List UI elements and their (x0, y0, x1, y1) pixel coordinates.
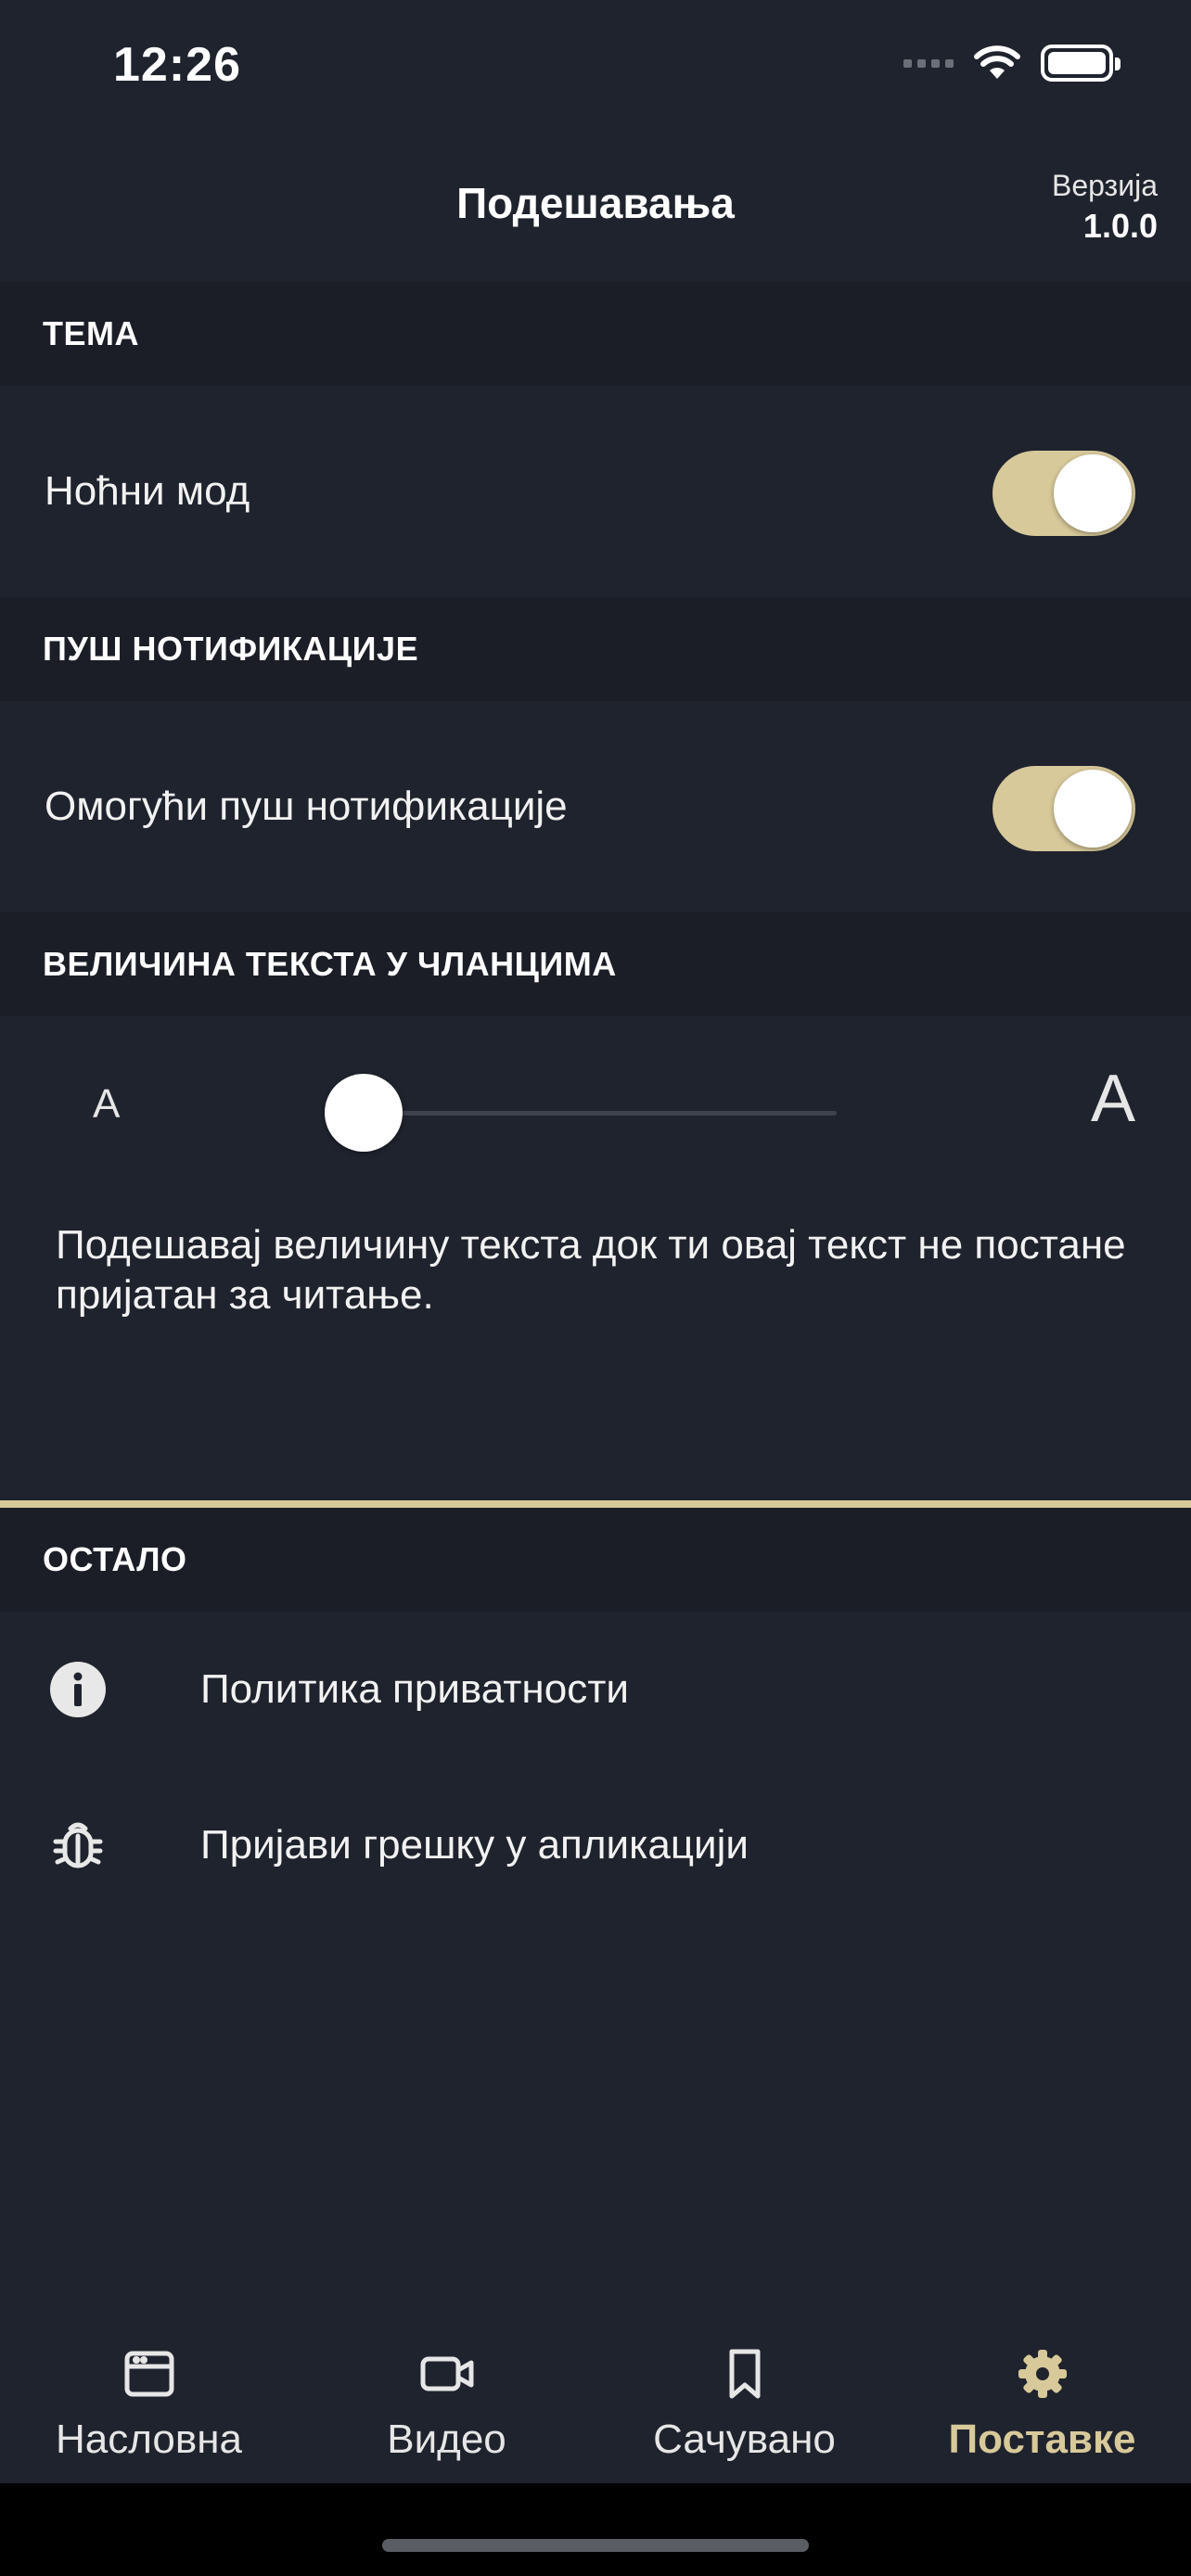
browser-window-icon (124, 2351, 173, 2397)
wifi-icon (974, 45, 1020, 79)
status-time: 12:26 (113, 38, 241, 92)
tab-saved[interactable]: Сачувано (596, 2327, 893, 2483)
section-title: ВЕЛИЧИНА ТЕКСТА У ЧЛАНЦИМА (43, 945, 617, 983)
push-notifications-row: Омогући пуш нотификације (0, 701, 1191, 912)
home-indicator[interactable] (382, 2539, 809, 2552)
section-title: ОСТАЛО (43, 1540, 187, 1578)
text-size-small-label: A (93, 1081, 121, 1127)
settings-screen: 12:26 Подешавања Верзија 1.0.0 ТЕМА Ноћн… (0, 0, 1191, 2576)
toggle-knob (1054, 454, 1132, 532)
page-title: Подешавања (456, 179, 735, 227)
status-icons (903, 45, 1121, 82)
tab-bar: Насловна Видео Сачувано Поставке (0, 2327, 1191, 2483)
night-mode-label: Ноћни мод (45, 468, 250, 514)
info-icon (50, 1662, 106, 1717)
section-header-text-size: ВЕЛИЧИНА ТЕКСТА У ЧЛАНЦИМА (0, 912, 1191, 1016)
home-indicator-area (0, 2483, 1191, 2576)
night-mode-row: Ноћни мод (0, 386, 1191, 597)
text-size-slider[interactable] (325, 1074, 837, 1152)
text-size-slider-row: A A (0, 1014, 1191, 1209)
section-header-push: ПУШ НОТИФИКАЦИЈЕ (0, 597, 1191, 701)
bug-icon (53, 1822, 103, 1868)
report-bug-label: Пријави грешку у апликацији (200, 1822, 749, 1868)
tab-label: Поставке (948, 2417, 1136, 2462)
privacy-policy-label: Политика приватности (200, 1666, 629, 1712)
accent-divider (0, 1500, 1191, 1508)
section-title: ПУШ НОТИФИКАЦИЈЕ (43, 630, 419, 668)
tab-video[interactable]: Видео (298, 2327, 596, 2483)
battery-icon (1041, 45, 1121, 82)
push-notifications-label: Омогући пуш нотификације (45, 784, 568, 829)
navigation-header: Подешавања Верзија 1.0.0 (0, 139, 1191, 282)
slider-thumb[interactable] (325, 1074, 403, 1152)
text-size-preview-text: Подешавај величину текста док ти овај те… (56, 1222, 1126, 1318)
tab-label: Насловна (55, 2417, 243, 2462)
section-header-theme: ТЕМА (0, 282, 1191, 386)
toggle-knob (1054, 770, 1132, 848)
tab-settings[interactable]: Поставке (893, 2327, 1191, 2483)
report-bug-item[interactable]: Пријави грешку у апликацији (0, 1767, 1191, 1923)
privacy-policy-item[interactable]: Политика приватности (0, 1612, 1191, 1767)
push-notifications-toggle[interactable] (992, 766, 1135, 851)
section-title: ТЕМА (43, 314, 139, 352)
text-size-large-label: A (1090, 1062, 1135, 1136)
status-bar: 12:26 (0, 0, 1191, 139)
version-value: 1.0.0 (1082, 207, 1158, 245)
night-mode-toggle[interactable] (992, 451, 1135, 536)
video-camera-icon (420, 2356, 473, 2391)
tab-label: Сачувано (653, 2417, 836, 2462)
version-label: Верзија (1051, 169, 1158, 202)
cellular-signal-icon (903, 58, 954, 68)
bookmark-icon (729, 2349, 760, 2399)
tab-label: Видео (387, 2417, 506, 2462)
section-header-other: ОСТАЛО (0, 1508, 1191, 1612)
gear-icon (1018, 2350, 1067, 2398)
version-info: Верзија 1.0.0 (1052, 169, 1158, 246)
tab-home[interactable]: Насловна (0, 2327, 298, 2483)
